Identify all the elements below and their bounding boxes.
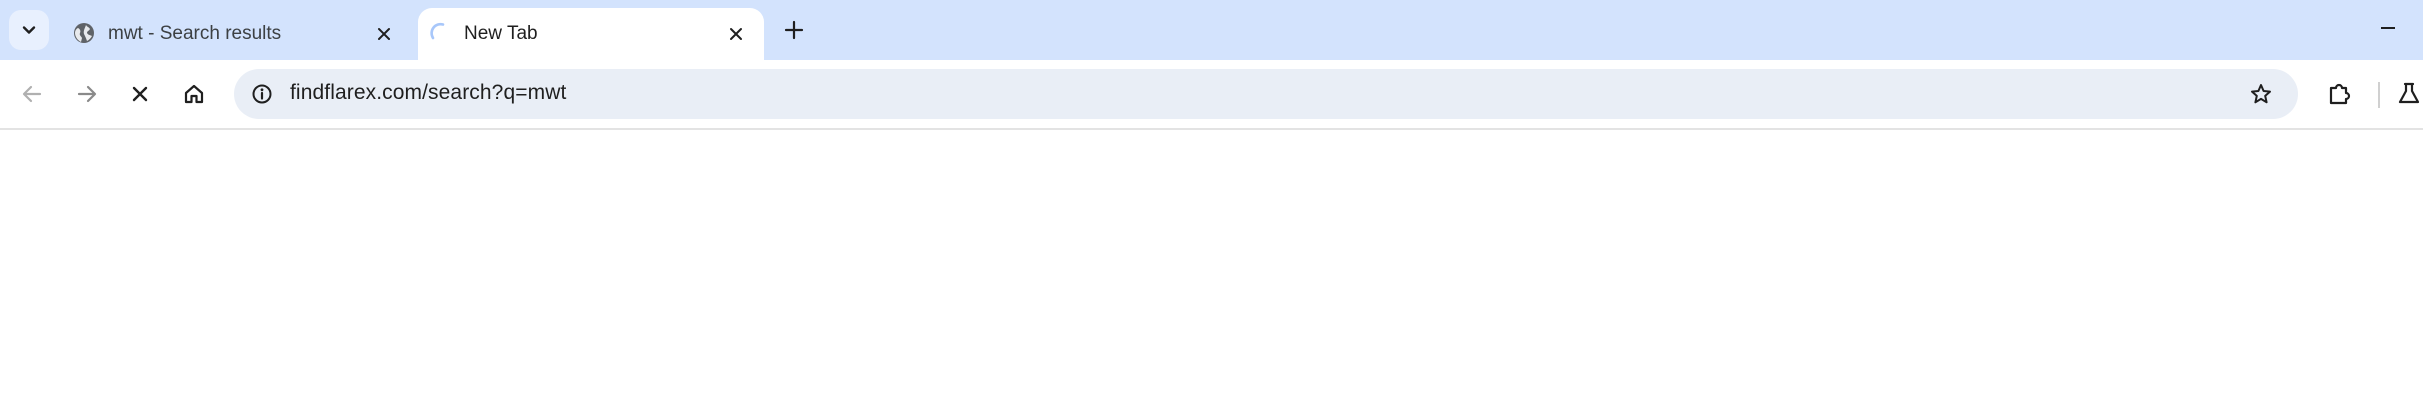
home-icon (184, 84, 204, 104)
extensions-button[interactable] (2318, 73, 2360, 115)
tab-strip: mwt - Search results New Tab (0, 0, 2423, 60)
info-icon (252, 84, 272, 104)
home-button[interactable] (173, 73, 215, 115)
stop-loading-button[interactable] (119, 73, 161, 115)
browser-toolbar: findflarex.com/search?q=mwt (0, 60, 2423, 130)
forward-button[interactable] (66, 73, 108, 115)
page-content (0, 130, 2423, 399)
close-icon (378, 28, 390, 40)
tab-title: New Tab (464, 23, 538, 44)
puzzle-icon (2329, 83, 2351, 105)
minimize-icon (2381, 27, 2395, 29)
toolbar-separator (2378, 82, 2380, 108)
tab-new-tab[interactable]: New Tab (418, 8, 764, 60)
tab-close-button[interactable] (722, 20, 750, 48)
tab-search-results[interactable]: mwt - Search results (56, 8, 412, 60)
site-info-button[interactable] (244, 76, 280, 112)
tab-close-button[interactable] (370, 20, 398, 48)
loading-spinner-icon (430, 22, 445, 40)
back-arrow-icon (22, 85, 42, 103)
bookmark-button[interactable] (2242, 75, 2280, 113)
forward-arrow-icon (77, 85, 97, 103)
back-button[interactable] (11, 73, 53, 115)
labs-button[interactable] (2396, 73, 2423, 115)
globe-icon (74, 23, 94, 43)
chevron-down-icon (22, 26, 36, 34)
minimize-window-button[interactable] (2368, 10, 2408, 46)
new-tab-button[interactable] (774, 12, 814, 48)
tab-search-button[interactable] (9, 10, 49, 50)
star-icon (2251, 84, 2271, 104)
address-bar[interactable]: findflarex.com/search?q=mwt (234, 69, 2298, 119)
tab-title: mwt - Search results (108, 23, 282, 44)
url-text[interactable]: findflarex.com/search?q=mwt (290, 81, 566, 105)
plus-icon (784, 20, 804, 40)
close-icon (730, 28, 742, 40)
flask-icon (2398, 82, 2420, 104)
stop-icon (132, 86, 148, 102)
